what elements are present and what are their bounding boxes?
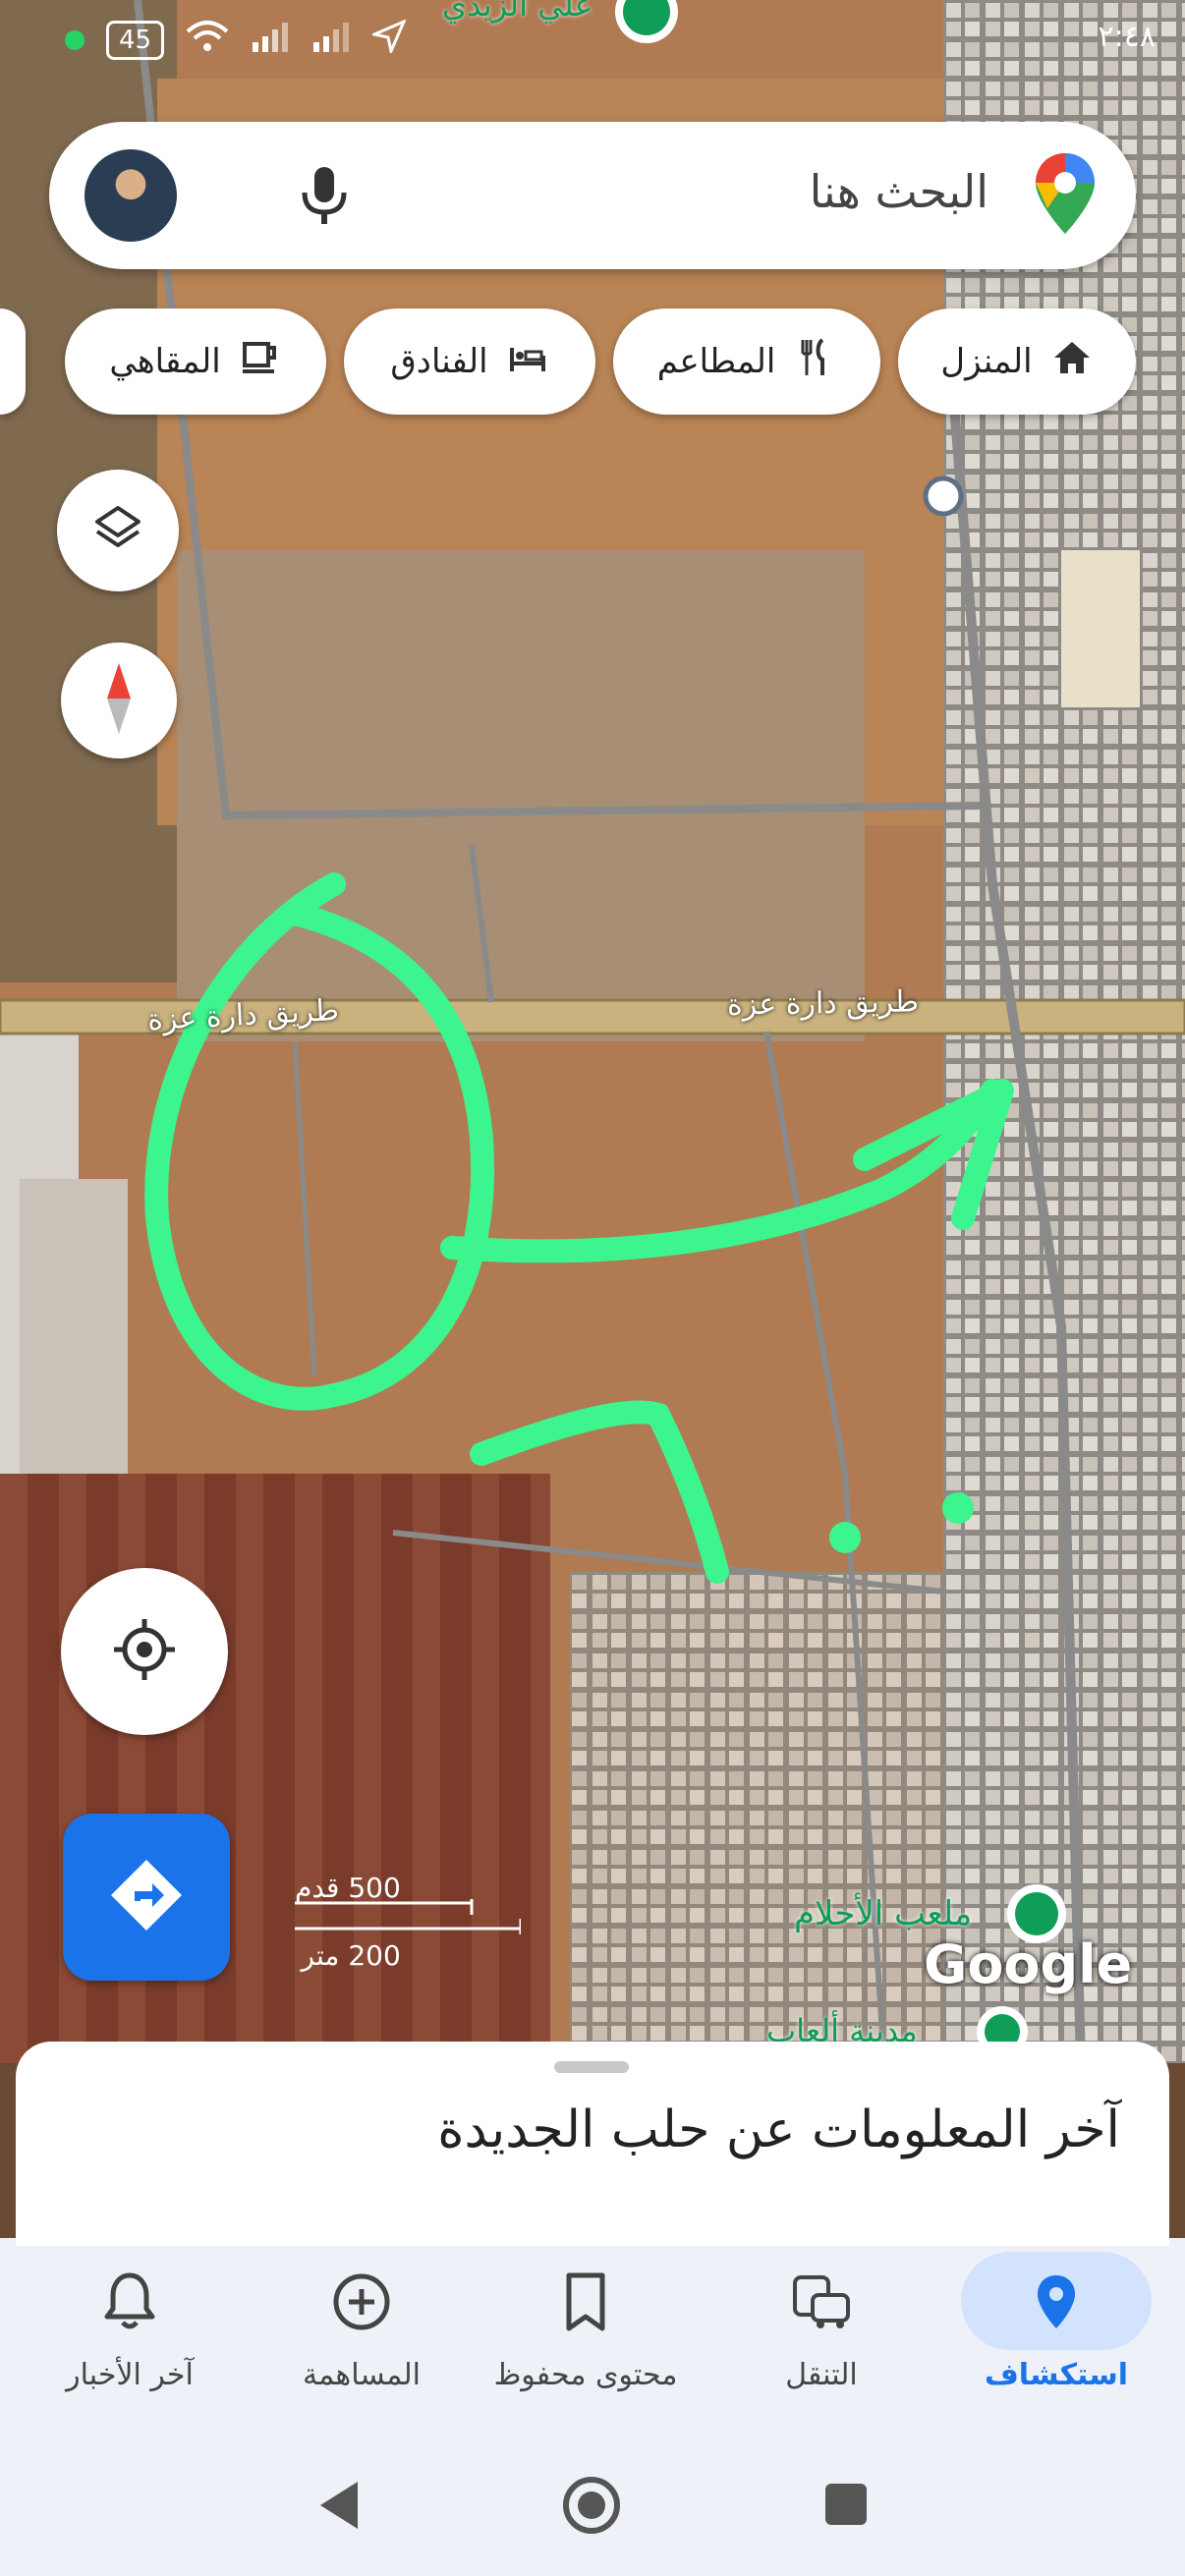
- poi-marker-stadium: [1015, 1892, 1058, 1935]
- sheet-title: آخر المعلومات عن حلب الجديدة: [437, 2100, 1120, 2159]
- bookmark-icon: [553, 2269, 618, 2334]
- home-circle-icon[interactable]: [560, 2474, 623, 2541]
- my-location-button[interactable]: [61, 1568, 228, 1735]
- nav-updates[interactable]: آخر الأخبار: [22, 2238, 238, 2415]
- back-icon[interactable]: [314, 2478, 364, 2537]
- scale-bar: [295, 1899, 521, 1934]
- compass-button[interactable]: [61, 643, 177, 758]
- nav-explore[interactable]: استكشاف: [948, 2238, 1164, 2415]
- nav-label-explore: استكشاف: [984, 2358, 1129, 2392]
- nav-contribute[interactable]: المساهمة: [254, 2238, 470, 2415]
- chip-home[interactable]: المنزل: [898, 308, 1136, 415]
- directions-button[interactable]: [63, 1814, 230, 1981]
- chip-overflow[interactable]: [0, 308, 26, 415]
- mic-icon[interactable]: [295, 163, 354, 228]
- road-label-right: طريق دارة عزة: [726, 984, 920, 1023]
- nav-commute[interactable]: التنقل: [713, 2238, 930, 2415]
- google-maps-pin-icon: [1034, 151, 1097, 236]
- add-circle-icon: [329, 2269, 394, 2334]
- signal-icon: [251, 21, 290, 60]
- battery-icon: 45: [106, 21, 165, 60]
- signal-icon-2: [311, 21, 351, 60]
- google-logo: Google: [924, 1933, 1133, 1995]
- chip-hotels[interactable]: الفنادق: [344, 308, 595, 415]
- system-navigation-bar: [0, 2456, 1185, 2564]
- location-arrow-icon: [369, 19, 407, 61]
- recents-icon[interactable]: [821, 2480, 871, 2533]
- chip-label-home: المنزل: [940, 342, 1033, 381]
- annotation-dot-1: [829, 1522, 861, 1553]
- cafe-icon: [239, 336, 282, 388]
- nav-saved[interactable]: محتوى محفوظ: [478, 2238, 694, 2415]
- layers-button[interactable]: [57, 470, 179, 591]
- search-bar[interactable]: البحث هنا: [49, 122, 1136, 269]
- chip-label-cafes: المقاهي: [109, 342, 221, 381]
- status-left: 45: [65, 19, 407, 61]
- compass-icon: [99, 659, 139, 742]
- status-time: ٢:٤٨: [1098, 20, 1156, 54]
- nav-label-saved: محتوى محفوظ: [493, 2358, 678, 2392]
- annotation-dot-2: [942, 1492, 974, 1524]
- nav-label-contribute: المساهمة: [303, 2358, 421, 2392]
- chip-label-restaurants: المطاعم: [656, 342, 776, 381]
- status-bar: 45 ٢:٤٨: [0, 19, 1185, 98]
- hotel-icon: [506, 336, 549, 388]
- avatar[interactable]: [85, 149, 177, 242]
- nav-label-updates: آخر الأخبار: [66, 2358, 194, 2392]
- bell-icon: [97, 2269, 162, 2334]
- restaurant-icon: [793, 336, 836, 388]
- explore-pin-icon: [1024, 2269, 1089, 2334]
- bus-stop-icon: [923, 476, 964, 517]
- search-input[interactable]: البحث هنا: [810, 165, 988, 218]
- privacy-indicator-dot: [65, 30, 85, 50]
- commute-icon: [789, 2269, 854, 2334]
- scale-m: 200 متر: [301, 1939, 401, 1972]
- crosshair-icon: [110, 1615, 179, 1688]
- bottom-sheet[interactable]: آخر المعلومات عن حلب الجديدة: [16, 2042, 1169, 2238]
- home-icon: [1050, 336, 1094, 388]
- map-scale: 500 قدم 200 متر: [295, 1872, 521, 1972]
- layers-icon: [91, 502, 144, 559]
- sheet-drag-handle[interactable]: [554, 2061, 629, 2073]
- chip-cafes[interactable]: المقاهي: [65, 308, 326, 415]
- poi-label-stadium[interactable]: ملعب الأحلام: [794, 1894, 972, 1933]
- chip-label-hotels: الفنادق: [390, 342, 488, 381]
- chip-restaurants[interactable]: المطاعم: [613, 308, 880, 415]
- directions-icon: [107, 1856, 186, 1938]
- wifi-icon: [186, 20, 229, 61]
- nav-label-commute: التنقل: [785, 2358, 858, 2392]
